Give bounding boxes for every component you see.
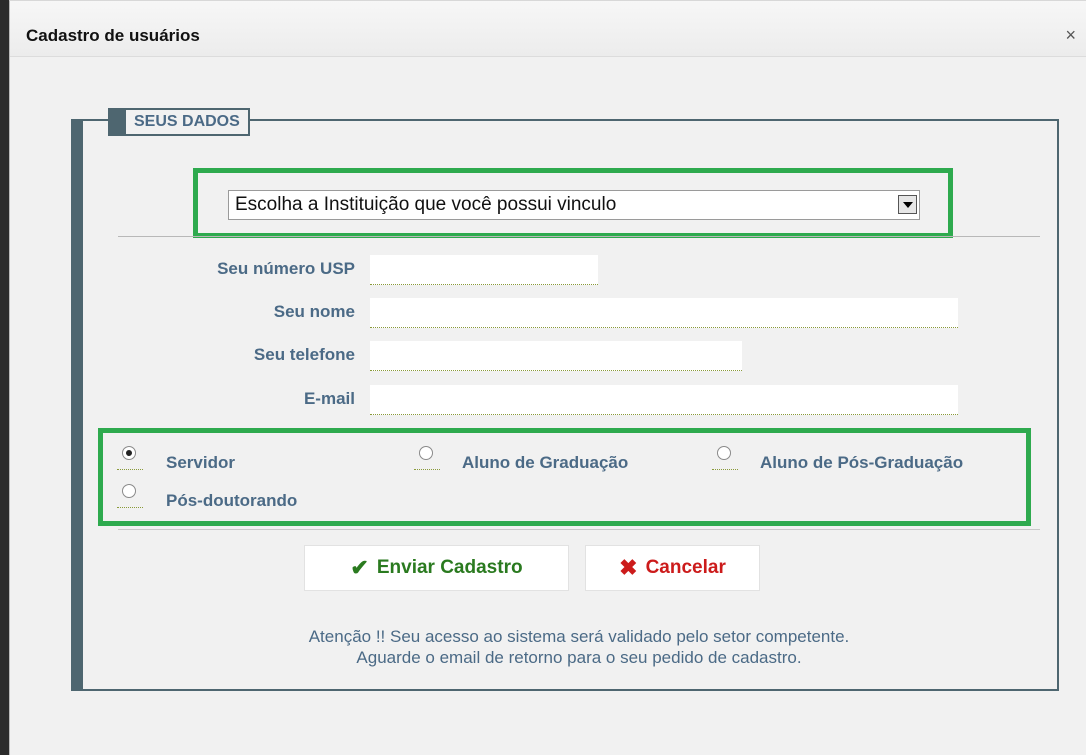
radio-focus-underline	[117, 506, 143, 508]
role-highlight-box	[98, 428, 1031, 526]
role-label-servidor: Servidor	[166, 453, 235, 472]
submit-registration-button[interactable]: ✔ Enviar Cadastro	[304, 545, 569, 591]
role-label-graduacao: Aluno de Graduação	[462, 453, 629, 472]
legend-marker	[108, 108, 126, 136]
usp-number-label: Seu número USP	[217, 259, 355, 278]
name-label: Seu nome	[273, 302, 355, 321]
phone-label: Seu telefone	[253, 345, 355, 364]
radio-focus-underline	[414, 468, 440, 470]
role-label-pos-graduacao: Aluno de Pós-Graduação	[760, 453, 964, 472]
dialog-titlebar: Cadastro de usuários ×	[10, 1, 1086, 57]
notice-line-2: Aguarde o email de retorno para o seu pe…	[356, 648, 802, 667]
role-radio-pos-graduacao[interactable]	[717, 446, 731, 460]
cancel-button-label: Cancelar	[645, 557, 726, 578]
name-input[interactable]	[370, 298, 958, 328]
radio-focus-underline	[117, 468, 143, 470]
role-label-pos-doutorando: Pós-doutorando	[166, 491, 298, 510]
email-label: E-mail	[303, 389, 355, 408]
fieldset-legend: SEUS DADOS	[108, 108, 250, 136]
radio-focus-underline	[712, 468, 738, 470]
usp-number-input[interactable]	[370, 255, 598, 285]
cancel-button[interactable]: ✖ Cancelar	[585, 545, 760, 591]
phone-input[interactable]	[370, 341, 742, 371]
background-window-strip	[0, 0, 9, 755]
submit-button-label: Enviar Cadastro	[376, 557, 523, 578]
cross-icon: ✖	[619, 555, 638, 580]
role-radio-servidor[interactable]	[122, 446, 136, 460]
institution-select-value: Escolha a Instituição que você possui vi…	[235, 194, 617, 215]
divider	[118, 236, 1040, 237]
role-radio-pos-doutorando[interactable]	[122, 484, 136, 498]
chevron-down-icon[interactable]	[898, 195, 917, 214]
institution-select[interactable]: Escolha a Instituição que você possui vi…	[228, 190, 920, 220]
role-radio-graduacao[interactable]	[419, 446, 433, 460]
dialog-title: Cadastro de usuários	[26, 26, 200, 45]
close-icon[interactable]: ×	[1065, 25, 1076, 46]
email-input[interactable]	[370, 385, 958, 415]
divider	[118, 529, 1040, 530]
legend-label: SEUS DADOS	[126, 108, 250, 136]
notice-line-1: Atenção !! Seu acesso ao sistema será va…	[308, 627, 850, 646]
checkmark-icon: ✔	[350, 555, 369, 580]
validation-notice: Atenção !! Seu acesso ao sistema será va…	[118, 626, 1040, 668]
